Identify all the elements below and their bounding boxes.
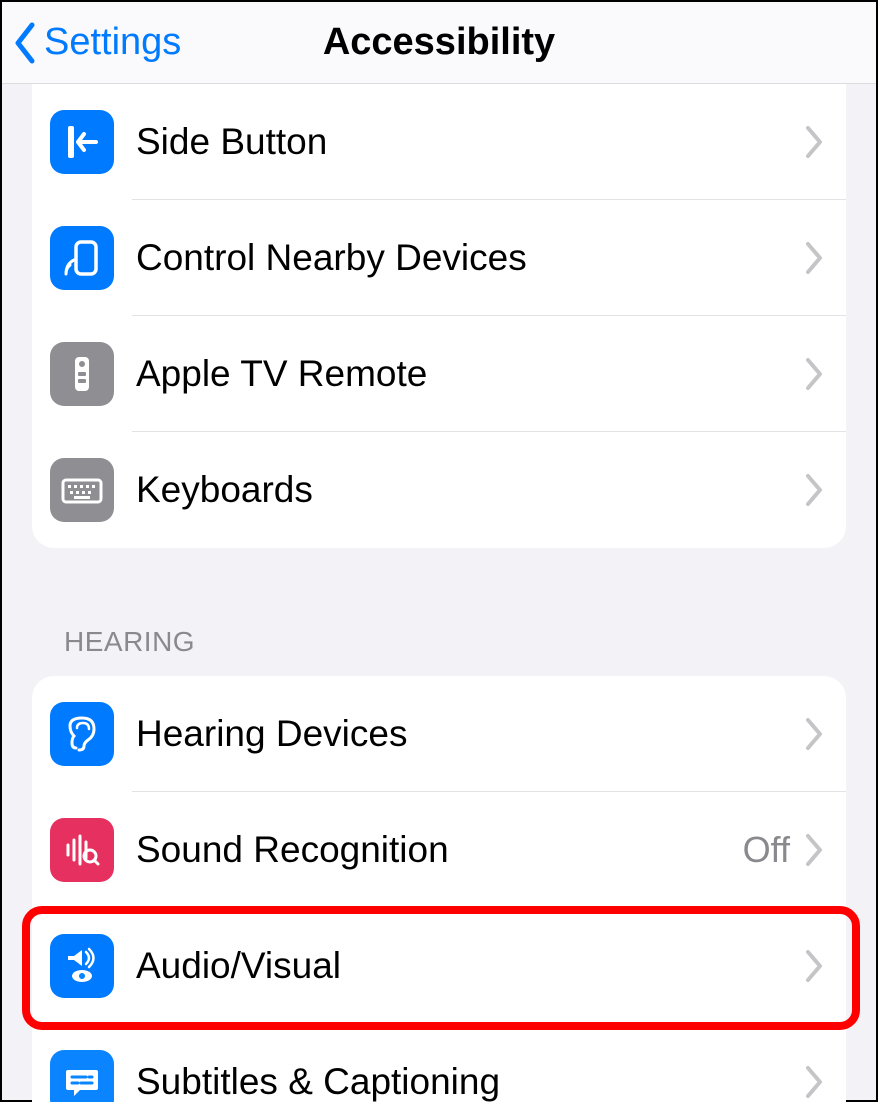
ear-icon [50,702,114,766]
row-audio-visual[interactable]: Audio/Visual [32,908,846,1024]
row-label: Side Button [136,121,804,163]
row-hearing-devices[interactable]: Hearing Devices [32,676,846,792]
row-value: Off [743,829,790,871]
row-control-nearby-devices[interactable]: Control Nearby Devices [32,200,846,316]
chevron-right-icon [804,949,824,983]
settings-group-physical: Side Button Control Nearby Devices [32,84,846,548]
section-header-hearing: HEARING [2,548,876,676]
chevron-right-icon [804,833,824,867]
row-label: Hearing Devices [136,713,804,755]
row-label: Apple TV Remote [136,353,804,395]
chevron-right-icon [804,357,824,391]
sound-recognition-icon [50,818,114,882]
audio-visual-icon [50,934,114,998]
row-sound-recognition[interactable]: Sound Recognition Off [32,792,846,908]
chevron-right-icon [804,1065,824,1099]
settings-group-hearing: Hearing Devices Sound Recognition O [32,676,846,1102]
row-subtitles-captioning[interactable]: Subtitles & Captioning [32,1024,846,1102]
subtitles-icon [50,1050,114,1102]
row-label: Keyboards [136,469,804,511]
row-apple-tv-remote[interactable]: Apple TV Remote [32,316,846,432]
back-label: Settings [44,21,181,64]
side-button-icon [50,110,114,174]
nearby-devices-icon [50,226,114,290]
chevron-right-icon [804,473,824,507]
row-label: Control Nearby Devices [136,237,804,279]
chevron-left-icon [12,22,38,64]
chevron-right-icon [804,717,824,751]
chevron-right-icon [804,241,824,275]
keyboard-icon [50,458,114,522]
row-label: Sound Recognition [136,829,743,871]
row-side-button[interactable]: Side Button [32,84,846,200]
row-keyboards[interactable]: Keyboards [32,432,846,548]
chevron-right-icon [804,125,824,159]
row-label: Subtitles & Captioning [136,1061,804,1102]
tv-remote-icon [50,342,114,406]
nav-bar: Settings Accessibility [2,2,876,84]
row-label: Audio/Visual [136,945,804,987]
back-button[interactable]: Settings [2,21,181,64]
